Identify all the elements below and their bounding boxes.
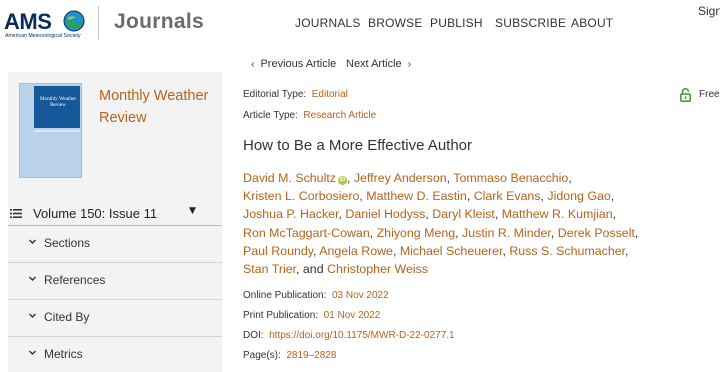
author-link[interactable]: Derek Posselt xyxy=(558,226,635,240)
previous-article-link[interactable]: ‹ Previous Article xyxy=(251,58,336,70)
doi-link[interactable]: https://doi.org/10.1175/MWR-D-22-0277.1 xyxy=(269,330,454,341)
author-separator: , xyxy=(568,171,572,185)
author-link[interactable]: Tommaso Benacchio xyxy=(453,171,568,185)
author-separator: , xyxy=(610,189,615,204)
orcid-icon[interactable]: iD xyxy=(337,176,347,185)
access-badge: Free xyxy=(680,88,720,104)
sidebar-item-label: Sections xyxy=(44,236,91,250)
author-separator: , xyxy=(346,171,354,185)
print-publication: Print Publication: 01 Nov 2022 xyxy=(243,310,380,321)
unlock-icon xyxy=(680,88,691,102)
previous-article-label: Previous Article xyxy=(260,58,337,70)
author-separator: , xyxy=(369,225,377,240)
author-link[interactable]: Michael Scheuerer xyxy=(400,244,503,258)
nav-journals[interactable]: JOURNALS xyxy=(295,16,361,30)
author-link[interactable]: Matthew R. Kumjian xyxy=(502,207,613,221)
author-link[interactable]: Russ S. Schumacher xyxy=(509,244,625,258)
author-link[interactable]: Jeffrey Anderson xyxy=(354,171,447,185)
author-link[interactable]: Ron McTaggart-Cowan xyxy=(243,226,370,240)
cover-title: Monthly Weather Review xyxy=(39,96,77,108)
author-link[interactable]: Jidong Gao xyxy=(547,189,610,203)
article-type-link[interactable]: Research Article xyxy=(303,110,376,121)
sidebar-item-cited-by[interactable]: Cited By xyxy=(8,300,222,337)
list-menu-icon xyxy=(10,209,22,218)
nav-browse[interactable]: BROWSE xyxy=(368,16,423,30)
author-link[interactable]: Christopher Weiss xyxy=(327,262,428,276)
sidebar-item-metrics[interactable]: Metrics xyxy=(8,337,222,372)
author-link[interactable]: Zhiyong Meng xyxy=(377,226,456,240)
next-article-label: Next Article xyxy=(346,58,402,70)
pages: Page(s): 2819–2828 xyxy=(243,350,336,361)
online-publication: Online Publication: 03 Nov 2022 xyxy=(243,290,389,301)
pages-label: Page(s): xyxy=(243,350,281,361)
author-link[interactable]: David M. Schultz xyxy=(243,171,336,185)
print-pub-label: Print Publication: xyxy=(243,310,319,321)
author-separator: , xyxy=(634,225,639,240)
author-link[interactable]: Paul Roundy xyxy=(243,244,313,258)
doi: DOI: https://doi.org/10.1175/MWR-D-22-02… xyxy=(243,330,455,341)
article-type: Article Type: Research Article xyxy=(243,110,376,121)
doi-label: DOI: xyxy=(243,330,264,341)
chevron-down-icon xyxy=(29,313,36,318)
sidebar-item-label: Cited By xyxy=(44,310,90,324)
author-link[interactable]: Matthew D. Eastin xyxy=(366,189,467,203)
author-link[interactable]: Daniel Hodyss xyxy=(345,207,425,221)
cover-stripe xyxy=(34,130,80,132)
sidebar-item-references[interactable]: References xyxy=(8,263,222,300)
logo-subtext: American Meteorological Society xyxy=(5,33,81,39)
volume-label: Volume 150: Issue 11 xyxy=(33,206,158,221)
author-link[interactable]: Angela Rowe xyxy=(319,244,393,258)
access-label: Free xyxy=(699,89,720,100)
nav-subscribe[interactable]: SUBSCRIBE xyxy=(495,16,566,30)
pages-value: 2819–2828 xyxy=(286,350,337,361)
author-separator: , xyxy=(466,189,474,204)
nav-publish[interactable]: PUBLISH xyxy=(430,16,483,30)
logo-text: AMS xyxy=(4,9,52,34)
print-pub-date: 01 Nov 2022 xyxy=(323,310,381,321)
article-type-label: Article Type: xyxy=(243,110,298,121)
author-separator: , xyxy=(550,225,558,240)
volume-selector[interactable]: Volume 150: Issue 11 ▼ xyxy=(8,202,222,226)
editorial-type: Editorial Type: Editorial xyxy=(243,89,348,100)
nav-about[interactable]: ABOUT xyxy=(571,16,613,30)
author-separator: , xyxy=(625,243,629,258)
chevron-down-icon xyxy=(29,350,36,355)
author-separator: , xyxy=(455,225,463,240)
author-separator: , xyxy=(494,207,502,222)
author-separator: , xyxy=(392,243,400,258)
cover-panel: Monthly Weather Review xyxy=(34,86,80,128)
author-link[interactable]: Clark Evans xyxy=(474,189,541,203)
author-list: David M. Schultz iD, Jeffrey Anderson, To… xyxy=(243,169,683,278)
globe-icon xyxy=(63,10,85,32)
author-link[interactable]: Stan Trier xyxy=(243,262,296,276)
ams-logo[interactable]: AMS American Meteorological Society xyxy=(4,9,86,41)
journal-name-link[interactable]: Monthly Weather Review xyxy=(99,85,211,129)
next-article-link[interactable]: Next Article › xyxy=(346,58,411,70)
author-separator: , and xyxy=(296,262,328,277)
editorial-type-link[interactable]: Editorial xyxy=(312,89,348,100)
sidebar-item-label: Metrics xyxy=(44,347,83,361)
journal-cover-image[interactable]: Monthly Weather Review xyxy=(19,83,82,178)
chevron-right-icon: › xyxy=(407,59,412,70)
editorial-type-label: Editorial Type: xyxy=(243,89,307,100)
chevron-left-icon: ‹ xyxy=(251,59,255,70)
chevron-down-icon xyxy=(29,239,36,244)
sign-in-link[interactable]: Sign xyxy=(698,4,720,18)
sidebar-item-sections[interactable]: Sections xyxy=(8,226,222,263)
author-link[interactable]: Justin R. Minder xyxy=(462,226,551,240)
sidebar-item-label: References xyxy=(44,273,106,287)
online-pub-label: Online Publication: xyxy=(243,290,327,301)
site-title[interactable]: Journals xyxy=(114,10,204,34)
author-link[interactable]: Kristen L. Corbosiero xyxy=(243,189,359,203)
chevron-down-icon xyxy=(29,276,36,281)
caret-down-icon: ▼ xyxy=(189,206,196,216)
header-divider xyxy=(98,6,99,40)
author-separator: , xyxy=(612,207,617,222)
online-pub-date: 03 Nov 2022 xyxy=(331,290,389,301)
author-link[interactable]: Daryl Kleist xyxy=(432,207,495,221)
site-header: AMS American Meteorological Society Jour… xyxy=(0,0,720,48)
author-link[interactable]: Joshua P. Hacker xyxy=(243,207,339,221)
article-title: How to Be a More Effective Author xyxy=(243,137,473,154)
